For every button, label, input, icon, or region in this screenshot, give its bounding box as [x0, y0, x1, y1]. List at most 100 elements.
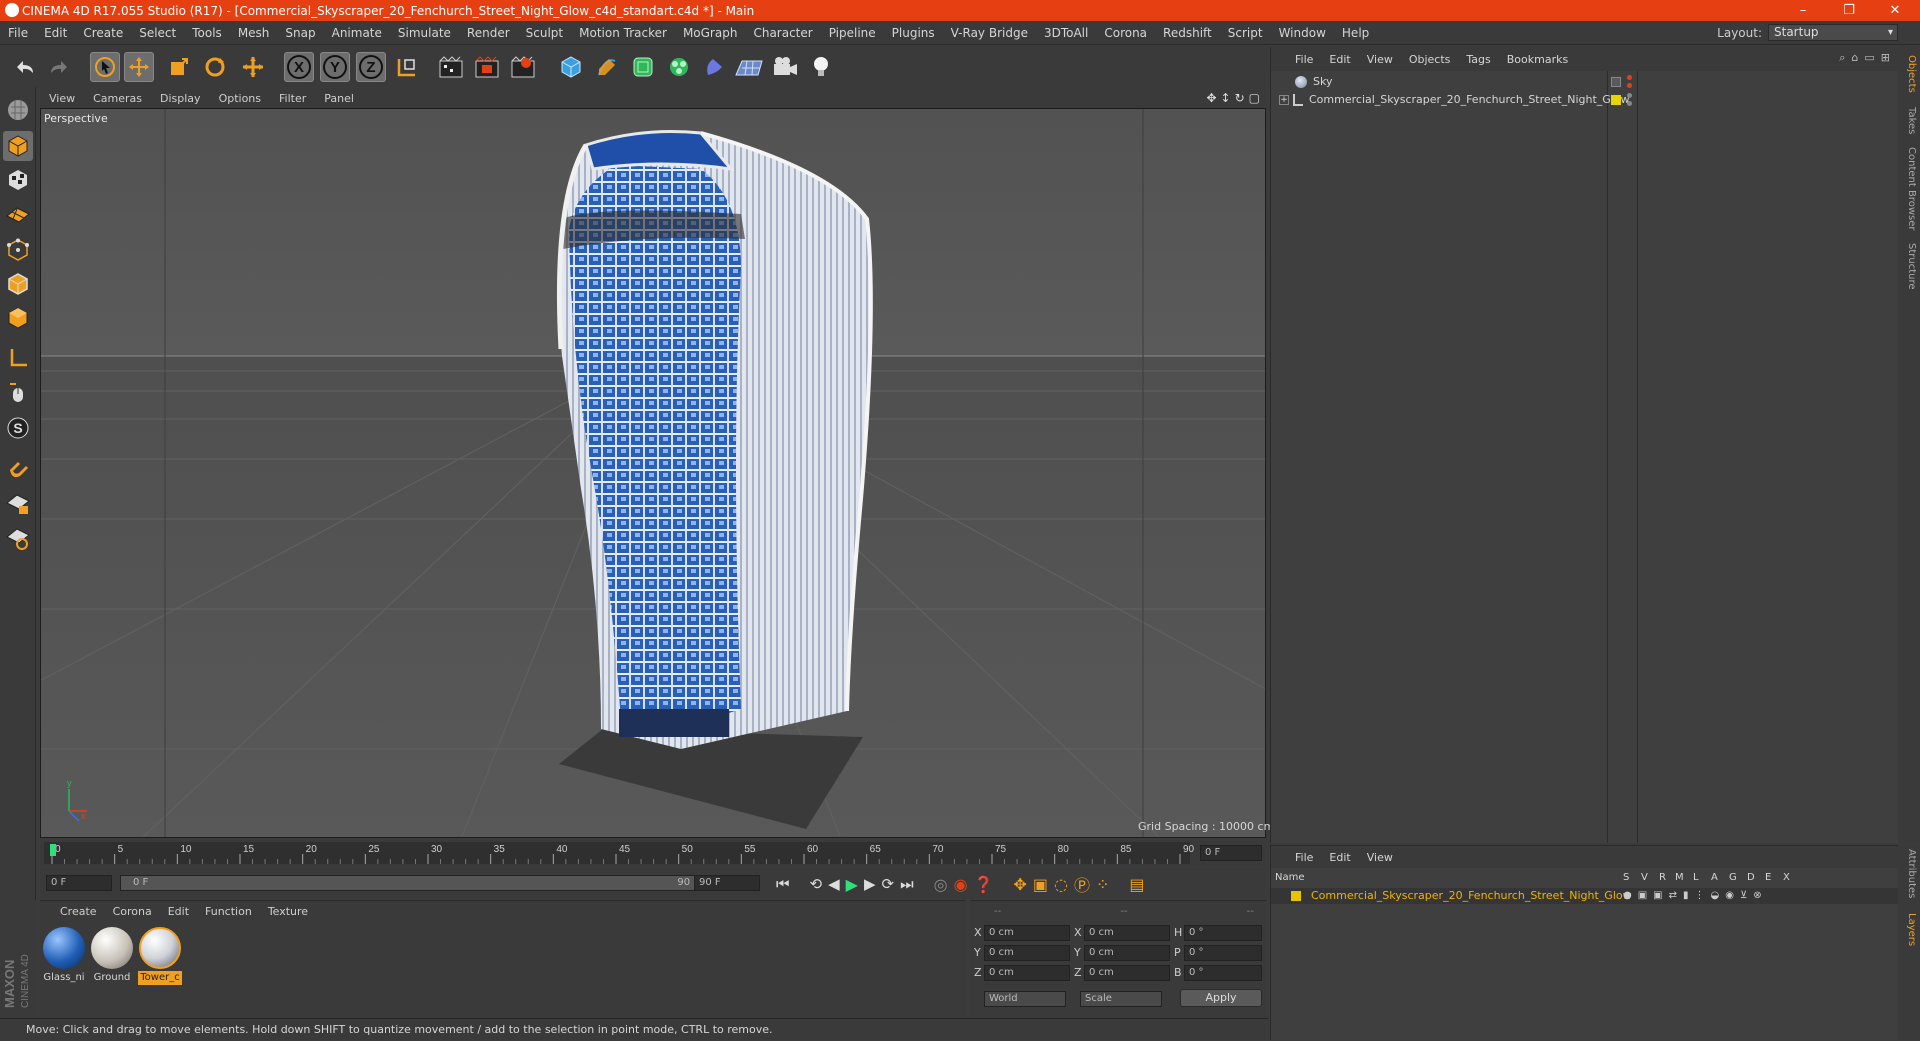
- close-button[interactable]: ✕: [1872, 0, 1918, 21]
- key-position-icon[interactable]: ✥: [1013, 875, 1026, 894]
- tab-takes[interactable]: Takes: [1901, 107, 1917, 134]
- layer-color-swatch[interactable]: [1291, 891, 1301, 901]
- current-frame-field[interactable]: 0 F: [1200, 845, 1262, 861]
- object-name[interactable]: Sky: [1313, 73, 1332, 91]
- tab-structure[interactable]: Structure: [1901, 243, 1917, 290]
- coord-rot-p-field[interactable]: 0 °: [1184, 945, 1262, 961]
- viewport-rotate-icon[interactable]: ↻: [1235, 91, 1245, 105]
- material-menu-texture[interactable]: Texture: [260, 905, 316, 918]
- play-icon[interactable]: ▶: [846, 875, 858, 894]
- live-select-icon[interactable]: [238, 52, 268, 82]
- coord-pos-y-field[interactable]: 0 cm: [984, 945, 1070, 961]
- previous-key-icon[interactable]: ⟲: [810, 875, 823, 893]
- visibility-render-dot[interactable]: [1627, 83, 1632, 88]
- rotate-icon[interactable]: [200, 52, 230, 82]
- menu-pipeline[interactable]: Pipeline: [821, 26, 884, 40]
- redo-icon[interactable]: [44, 52, 74, 82]
- layer-color-tag[interactable]: [1611, 95, 1621, 105]
- key-parameter-icon[interactable]: Ⓟ: [1074, 872, 1090, 896]
- start-frame-field[interactable]: 0 F: [46, 875, 112, 891]
- menu-snap[interactable]: Snap: [277, 26, 323, 40]
- sky-tag-icon[interactable]: [1611, 77, 1621, 87]
- tab-layers[interactable]: Layers: [1901, 913, 1917, 946]
- coordinate-system-icon[interactable]: [392, 52, 422, 82]
- menu-animate[interactable]: Animate: [324, 26, 390, 40]
- tweak-mode-icon[interactable]: [3, 377, 33, 407]
- render-view-icon[interactable]: [436, 52, 466, 82]
- points-mode-icon[interactable]: [3, 235, 33, 265]
- cube-icon[interactable]: [556, 52, 586, 82]
- visibility-render-dot[interactable]: [1627, 101, 1632, 106]
- menu-script[interactable]: Script: [1220, 26, 1271, 40]
- viewport-pan-icon[interactable]: ✥: [1206, 91, 1216, 105]
- workplane-rotate-icon[interactable]: [3, 523, 33, 553]
- camera-icon[interactable]: [770, 52, 800, 82]
- frame-range-slider[interactable]: 0 F 90 F: [120, 875, 712, 891]
- object-menu-bookmarks[interactable]: Bookmarks: [1499, 53, 1576, 66]
- undo-icon[interactable]: [10, 52, 40, 82]
- tab-objects[interactable]: Objects: [1901, 55, 1917, 93]
- viewport-menu-view[interactable]: View: [40, 92, 84, 105]
- coord-size-x-field[interactable]: 0 cm: [1084, 925, 1170, 941]
- viewport-menu-filter[interactable]: Filter: [270, 92, 315, 105]
- snap-magnet-icon[interactable]: [3, 453, 33, 483]
- menu-sculpt[interactable]: Sculpt: [518, 26, 571, 40]
- keyframe-selection-icon[interactable]: ❓: [974, 875, 994, 894]
- coord-size-z-field[interactable]: 0 cm: [1084, 965, 1170, 981]
- end-frame-field[interactable]: 90 F: [694, 875, 760, 891]
- layer-row[interactable]: Commercial_Skyscraper_20_Fenchurch_Stree…: [1271, 888, 1899, 904]
- coord-pos-x-field[interactable]: 0 cm: [984, 925, 1070, 941]
- edit-render-settings-icon[interactable]: [508, 52, 538, 82]
- menu-select[interactable]: Select: [131, 26, 184, 40]
- object-menu-view[interactable]: View: [1359, 53, 1401, 66]
- object-menu-file[interactable]: File: [1287, 53, 1321, 66]
- layer-name[interactable]: Commercial_Skyscraper_20_Fenchurch_Stree…: [1311, 889, 1632, 902]
- layout-dropdown[interactable]: Startup: [1768, 24, 1898, 41]
- current-frame-marker[interactable]: [50, 844, 56, 856]
- workplane-lock-icon[interactable]: [3, 489, 33, 519]
- new-view-icon[interactable]: ▭: [1864, 51, 1874, 65]
- coord-rot-h-field[interactable]: 0 °: [1184, 925, 1262, 941]
- material-menu-edit[interactable]: Edit: [160, 905, 197, 918]
- x-axis-icon[interactable]: X: [284, 52, 314, 82]
- deformer-icon[interactable]: [700, 52, 730, 82]
- material-menu-create[interactable]: Create: [52, 905, 105, 918]
- coord-pos-z-field[interactable]: 0 cm: [984, 965, 1070, 981]
- coord-mode-dropdown[interactable]: Scale: [1080, 991, 1162, 1007]
- edges-mode-icon[interactable]: [3, 269, 33, 299]
- viewport-toggle-icon[interactable]: ▢: [1249, 91, 1260, 105]
- layer-menu-edit[interactable]: Edit: [1321, 851, 1358, 864]
- material-swatch[interactable]: Ground: [90, 927, 134, 985]
- timeline-ruler[interactable]: 0 5 10 15 20 25 30 35 40 45 50 55 60 65 70 75 80 85 90 0 F: [40, 840, 1266, 866]
- autokey-icon[interactable]: ◉: [954, 875, 968, 894]
- y-axis-icon[interactable]: Y: [320, 52, 350, 82]
- layer-menu-file[interactable]: File: [1287, 851, 1321, 864]
- previous-frame-icon[interactable]: ◀: [828, 875, 840, 893]
- texture-mode-icon[interactable]: [3, 165, 33, 195]
- model-mode-icon[interactable]: [3, 131, 33, 161]
- search-icon[interactable]: ⌕: [1839, 51, 1845, 65]
- menu-corona[interactable]: Corona: [1096, 26, 1155, 40]
- menu-tools[interactable]: Tools: [184, 26, 230, 40]
- maximize-panel-icon[interactable]: ⊞: [1881, 51, 1890, 65]
- viewport-menu-panel[interactable]: Panel: [315, 92, 363, 105]
- material-menu-corona[interactable]: Corona: [105, 905, 160, 918]
- object-menu-edit[interactable]: Edit: [1321, 53, 1358, 66]
- material-swatch[interactable]: Glass_ni: [42, 927, 86, 985]
- coord-size-y-field[interactable]: 0 cm: [1084, 945, 1170, 961]
- z-axis-icon[interactable]: Z: [356, 52, 386, 82]
- key-scale-icon[interactable]: ▣: [1033, 875, 1048, 894]
- menu-character[interactable]: Character: [745, 26, 820, 40]
- menu-create[interactable]: Create: [75, 26, 131, 40]
- tab-content-browser[interactable]: Content Browser: [1901, 147, 1917, 230]
- menu-simulate[interactable]: Simulate: [390, 26, 459, 40]
- go-to-end-icon[interactable]: ⏭: [900, 875, 914, 893]
- select-arrow-icon[interactable]: [90, 52, 120, 82]
- expand-icon[interactable]: +: [1279, 95, 1289, 105]
- coord-rot-b-field[interactable]: 0 °: [1184, 965, 1262, 981]
- visibility-editor-dot[interactable]: [1627, 75, 1632, 80]
- material-swatch-selected[interactable]: Tower_c: [138, 927, 182, 985]
- menu-edit[interactable]: Edit: [36, 26, 75, 40]
- tab-attributes[interactable]: Attributes: [1901, 849, 1917, 898]
- menu-motion-tracker[interactable]: Motion Tracker: [571, 26, 675, 40]
